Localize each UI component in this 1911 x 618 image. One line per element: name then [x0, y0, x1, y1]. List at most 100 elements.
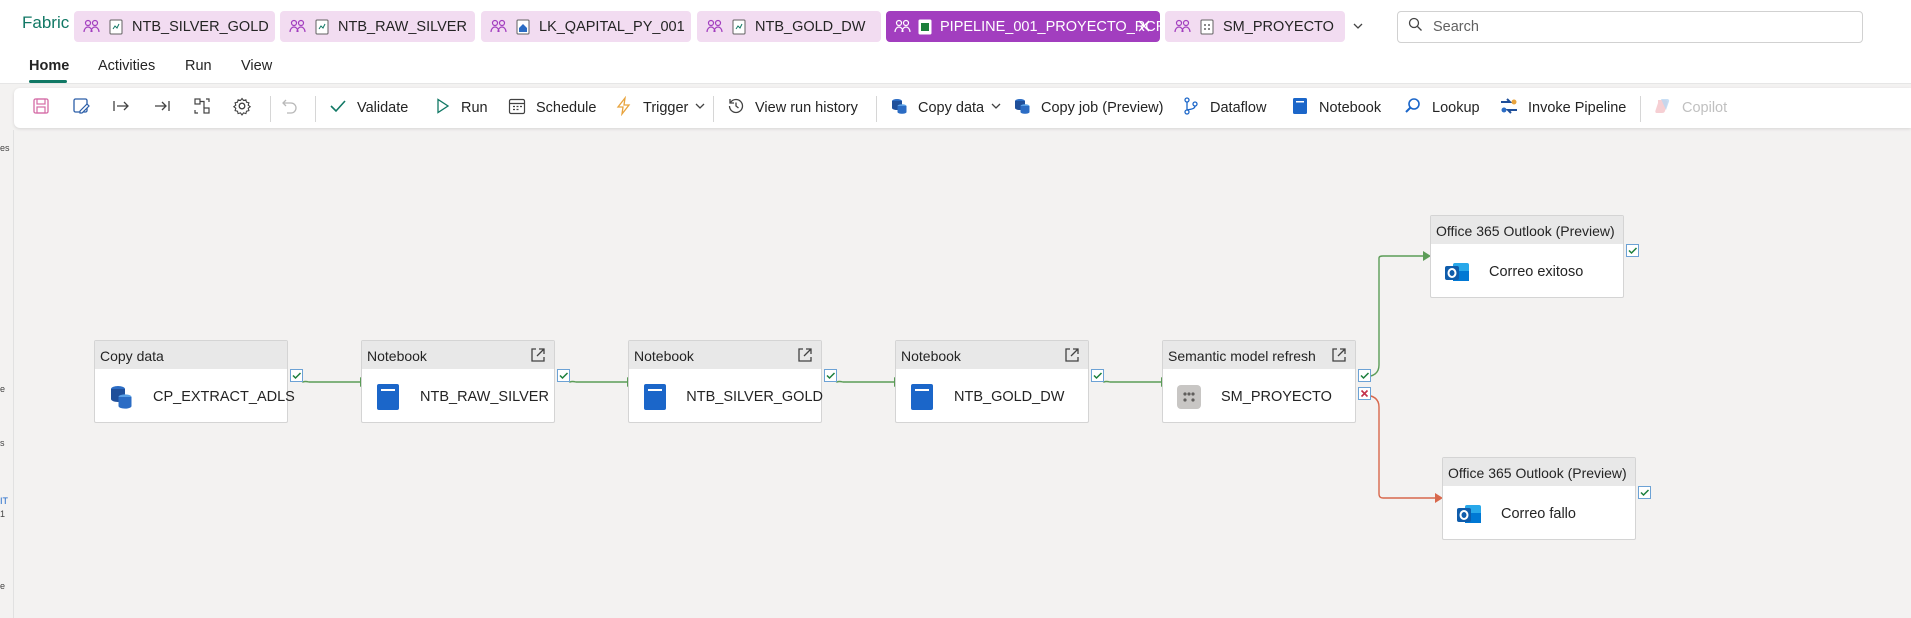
undo-button[interactable]	[280, 88, 300, 128]
activity-outlook-failure[interactable]: Office 365 Outlook (Preview) Correo fall…	[1442, 457, 1651, 540]
success-port[interactable]	[290, 369, 303, 382]
left-panel-edge[interactable]	[0, 130, 14, 618]
notebook-icon	[908, 383, 936, 411]
edge-text: e	[0, 384, 6, 394]
tab-lk-qapital[interactable]: LK_QAPITAL_PY_001	[481, 11, 691, 42]
tab-ntb-raw-silver[interactable]: NTB_RAW_SILVER	[280, 11, 475, 42]
success-port[interactable]	[824, 369, 837, 382]
failure-port[interactable]	[1358, 387, 1371, 400]
lookup-button[interactable]: Lookup	[1403, 88, 1480, 128]
activity-type: Office 365 Outlook (Preview)	[1431, 216, 1623, 244]
notebook-button[interactable]: Notebook	[1290, 88, 1381, 128]
run-label: Run	[461, 100, 488, 116]
tab-view[interactable]: View	[241, 58, 272, 74]
activity-name: NTB_GOLD_DW	[954, 388, 1065, 405]
success-port[interactable]	[1626, 244, 1639, 257]
indent-button[interactable]	[111, 88, 131, 128]
validate-label: Validate	[357, 100, 409, 116]
copilot-icon	[1653, 96, 1673, 120]
settings-button[interactable]	[232, 88, 252, 128]
notebook-file-icon	[731, 19, 747, 35]
gear-icon	[232, 96, 252, 120]
tab-label: LK_QAPITAL_PY_001	[539, 18, 685, 35]
open-external-icon[interactable]	[1063, 346, 1081, 364]
validate-button[interactable]: Validate	[328, 88, 408, 128]
copy-job-button[interactable]: Copy job (Preview)	[1012, 88, 1164, 128]
save-button[interactable]	[31, 88, 51, 128]
activity-notebook-raw-silver[interactable]: Notebook NTB_RAW_SILVER	[361, 340, 570, 423]
tab-ntb-gold-dw[interactable]: NTB_GOLD_DW	[697, 11, 881, 42]
invoke-pipeline-button[interactable]: Invoke Pipeline	[1499, 88, 1626, 128]
toolbar-divider	[315, 96, 316, 122]
tab-home[interactable]: Home	[29, 58, 69, 74]
chevron-down-icon	[990, 100, 1002, 116]
success-port[interactable]	[1638, 486, 1651, 499]
activity-notebook-gold-dw[interactable]: Notebook NTB_GOLD_DW	[895, 340, 1104, 423]
activity-type: Copy data	[95, 341, 287, 369]
schedule-button[interactable]: Schedule	[507, 88, 596, 128]
search-box[interactable]	[1397, 11, 1863, 43]
workspace-icon	[82, 17, 102, 37]
calendar-icon	[507, 96, 527, 120]
edge-text: e	[0, 581, 6, 591]
copilot-label: Copilot	[1682, 100, 1728, 116]
activity-name: Correo exitoso	[1489, 263, 1584, 280]
dataflow-button[interactable]: Dataflow	[1181, 88, 1266, 128]
auto-align-icon	[192, 96, 212, 120]
app-brand[interactable]: Fabric	[0, 13, 72, 33]
activity-notebook-silver-gold[interactable]: Notebook NTB_SILVER_GOLD	[628, 340, 837, 423]
copy-data-icon	[889, 96, 909, 120]
auto-align-button[interactable]	[192, 88, 212, 128]
lookup-label: Lookup	[1432, 100, 1480, 116]
failure-link	[1362, 394, 1435, 499]
outlook-icon	[1455, 500, 1483, 528]
activity-copy-data[interactable]: Copy data CP_EXTRACT_ADLS	[94, 340, 303, 423]
invoke-pipeline-icon	[1499, 96, 1519, 120]
tab-sm-proyecto[interactable]: SM_PROYECTO	[1165, 11, 1345, 42]
open-external-icon[interactable]	[796, 346, 814, 364]
close-icon[interactable]	[1136, 18, 1152, 34]
run-button[interactable]: Run	[432, 88, 488, 128]
toolbar-divider	[876, 96, 877, 122]
tab-run[interactable]: Run	[185, 58, 212, 74]
dataflow-label: Dataflow	[1210, 100, 1267, 116]
activity-semantic-model-refresh[interactable]: Semantic model refresh SM_PROYECTO	[1162, 340, 1371, 423]
tab-pipeline-001[interactable]: PIPELINE_001_PROYECTO_RCR	[886, 11, 1166, 42]
open-external-icon[interactable]	[529, 346, 547, 364]
copy-data-label: Copy data	[918, 100, 985, 116]
search-input[interactable]	[1431, 18, 1831, 36]
workspace-icon	[894, 17, 912, 37]
activity-name: Correo fallo	[1501, 505, 1576, 522]
semantic-model-icon	[1175, 383, 1203, 411]
chevron-down-icon[interactable]	[1350, 18, 1366, 34]
lakehouse-icon	[515, 19, 531, 35]
pipeline-canvas[interactable]: Copy data CP_EXTRACT_ADLS Notebook NTB_R…	[15, 130, 1911, 618]
success-port[interactable]	[1358, 369, 1371, 382]
activity-outlook-success[interactable]: Office 365 Outlook (Preview) Correo exit…	[1430, 215, 1639, 298]
copy-data-button[interactable]: Copy data	[889, 88, 1002, 128]
save-icon	[31, 96, 51, 120]
move-to-end-button[interactable]	[152, 88, 172, 128]
save-as-button[interactable]	[71, 88, 91, 128]
play-icon	[432, 96, 452, 120]
notebook-file-icon	[108, 19, 124, 35]
pipeline-icon	[918, 19, 932, 35]
trigger-button[interactable]: Trigger	[614, 88, 706, 128]
copy-job-icon	[1012, 96, 1032, 120]
success-port[interactable]	[1091, 369, 1104, 382]
tab-ntb-silver-gold[interactable]: NTB_SILVER_GOLD	[74, 11, 275, 42]
checkmark-icon	[328, 96, 348, 120]
tab-activities[interactable]: Activities	[98, 58, 155, 74]
success-port[interactable]	[557, 369, 570, 382]
view-run-history-button[interactable]: View run history	[726, 88, 858, 128]
notebook-icon	[1290, 96, 1310, 120]
ribbon-tabs	[0, 46, 1911, 84]
activity-name: NTB_SILVER_GOLD	[686, 388, 823, 405]
success-link	[294, 379, 360, 383]
success-link	[828, 379, 894, 383]
edge-text: IT	[0, 496, 8, 506]
workspace-icon	[288, 17, 308, 37]
copilot-button[interactable]: Copilot	[1653, 88, 1727, 128]
view-run-history-label: View run history	[755, 100, 858, 116]
open-external-icon[interactable]	[1330, 346, 1348, 364]
